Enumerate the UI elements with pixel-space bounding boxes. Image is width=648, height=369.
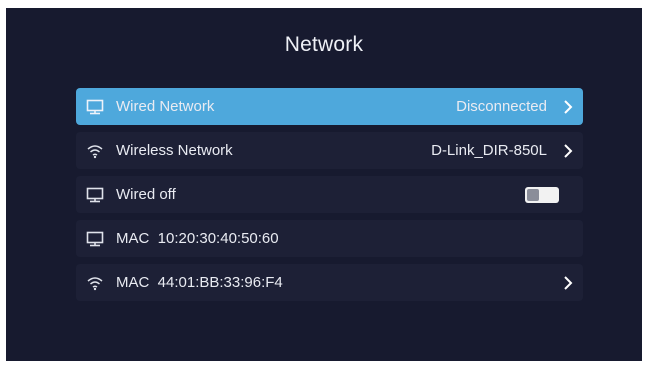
wired-network-label: Wired Network — [116, 98, 215, 115]
monitor-icon — [84, 230, 106, 248]
wired-off-row[interactable]: Wired off — [76, 176, 583, 213]
wired-off-toggle[interactable] — [525, 186, 559, 203]
toggle-knob — [527, 188, 539, 201]
wired-network-row[interactable]: Wired Network Disconnected — [76, 88, 583, 125]
wireless-network-ssid: D-Link_DIR-850L — [431, 142, 547, 159]
monitor-icon — [84, 186, 106, 204]
wifi-icon — [84, 142, 106, 160]
wired-network-status: Disconnected — [456, 98, 547, 115]
wired-mac-address: MAC 10:20:30:40:50:60 — [116, 230, 279, 247]
wifi-icon — [84, 274, 106, 292]
network-settings-screen: Network Wired Network Disconnected Wirel… — [6, 8, 642, 361]
wireless-mac-row[interactable]: MAC 44:01:BB:33:96:F4 — [76, 264, 583, 301]
chevron-right-icon — [559, 99, 577, 115]
wireless-network-row[interactable]: Wireless Network D-Link_DIR-850L — [76, 132, 583, 169]
wired-mac-row: MAC 10:20:30:40:50:60 — [76, 220, 583, 257]
wireless-mac-address: MAC 44:01:BB:33:96:F4 — [116, 274, 283, 291]
chevron-right-icon — [559, 275, 577, 291]
chevron-right-icon — [559, 143, 577, 159]
wireless-network-label: Wireless Network — [116, 142, 233, 159]
wired-off-label: Wired off — [116, 186, 176, 203]
page-title: Network — [284, 33, 364, 56]
monitor-icon — [84, 98, 106, 116]
